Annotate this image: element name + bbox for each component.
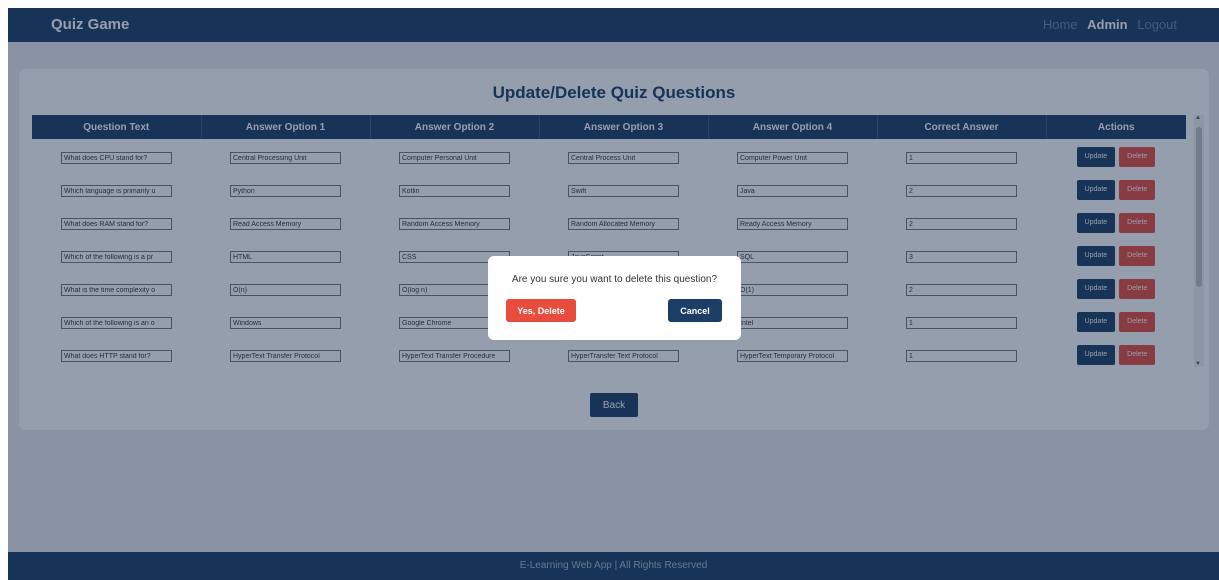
dialog-message: Are you sure you want to delete this que…	[511, 274, 718, 285]
app-frame: Quiz Game Home Admin Logout Update/Delet…	[8, 8, 1219, 580]
delete-confirm-dialog: Are you sure you want to delete this que…	[488, 256, 741, 340]
confirm-delete-button[interactable]: Yes, Delete	[506, 299, 576, 322]
cancel-button[interactable]: Cancel	[668, 299, 722, 322]
